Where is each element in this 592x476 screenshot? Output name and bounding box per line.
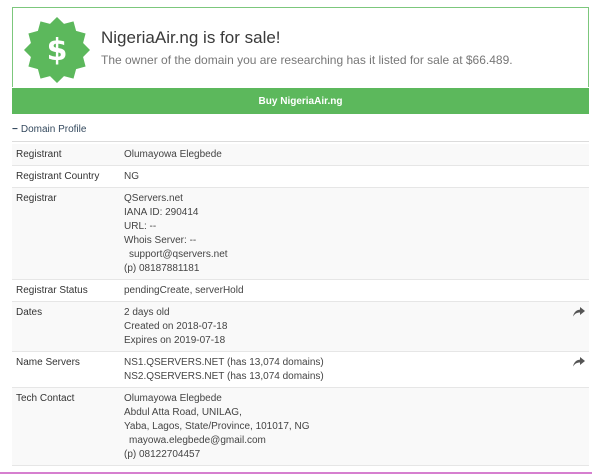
profile-row-value: 2 days old Created on 2018-07-18 Expires o… bbox=[120, 301, 589, 352]
sale-banner: $ NigeriaAir.ng is for sale! The owner o… bbox=[12, 7, 589, 87]
profile-value-line: QServers.net bbox=[124, 193, 183, 204]
profile-row-value: NS1.QSERVERS.NET (has 13,074 domains) NS2… bbox=[120, 351, 589, 388]
contact-email: support@qservers.net bbox=[129, 249, 228, 260]
profile-row: Registrant Country NG bbox=[12, 165, 589, 188]
domain-profile-toggle[interactable]: − Domain Profile bbox=[12, 124, 86, 135]
profile-value-line: Whois Server: -- bbox=[124, 235, 197, 246]
contact-email: mayowa.elegbede@gmail.com bbox=[129, 435, 266, 446]
domain-profile-title: Domain Profile bbox=[20, 124, 87, 135]
profile-row-value: pendingCreate, serverHold bbox=[120, 279, 589, 302]
sale-subtitle: The owner of the domain you are research… bbox=[101, 53, 513, 67]
profile-row-label: Name Servers bbox=[12, 351, 120, 388]
profile-row: Registrant Olumayowa Elegbede bbox=[12, 144, 589, 166]
profile-row-label: Dates bbox=[12, 301, 120, 352]
profile-value-line: Abdul Atta Road, UNILAG, bbox=[124, 407, 242, 418]
sale-title: NigeriaAir.ng is for sale! bbox=[101, 28, 281, 47]
profile-value-line: Olumayowa Elegbede bbox=[124, 149, 222, 160]
profile-row-value: Olumayowa Elegbede Abdul Atta Road, UNILA… bbox=[120, 387, 589, 466]
contact-phone: (p) 08187881181 bbox=[124, 263, 200, 274]
profile-value-line: NS1.QSERVERS.NET (has 13,074 domains) bbox=[124, 357, 324, 368]
profile-value-line: NG bbox=[124, 171, 139, 182]
buy-domain-button[interactable]: Buy NigeriaAir.ng bbox=[12, 88, 589, 114]
profile-row-label: Tech Contact bbox=[12, 387, 120, 466]
profile-row-label: Registrant Country bbox=[12, 165, 120, 188]
profile-row: Dates 2 days old Created on 2018-07-18 Expi… bbox=[12, 301, 589, 352]
minus-icon: − bbox=[12, 124, 18, 135]
profile-row-value: Olumayowa Elegbede bbox=[120, 144, 589, 166]
profile-value-line: Yaba, Lagos, State/Province, 101017, NG bbox=[124, 421, 310, 432]
profile-value-line: Expires on 2019-07-18 bbox=[124, 335, 226, 346]
profile-value-line: Created on 2018-07-18 bbox=[124, 321, 228, 332]
badge-symbol: $ bbox=[47, 33, 68, 68]
profile-value-line: Olumayowa Elegbede bbox=[124, 393, 222, 404]
profile-divider bbox=[12, 141, 589, 142]
profile-row-value: QServers.net IANA ID: 290414 URL: -- Whois … bbox=[120, 187, 589, 280]
profile-value-line: URL: -- bbox=[124, 221, 157, 232]
profile-row: Tech Contact Olumayowa Elegbede Abdul Atta… bbox=[12, 387, 589, 466]
profile-value-line: NS2.QSERVERS.NET (has 13,074 domains) bbox=[124, 371, 324, 382]
profile-value-line: pendingCreate, serverHold bbox=[124, 285, 244, 296]
profile-row-label: Registrar bbox=[12, 187, 120, 280]
profile-row: Registrar Status pendingCreate, serverHol… bbox=[12, 279, 589, 302]
profile-value-line: IANA ID: 290414 bbox=[124, 207, 199, 218]
bottom-border bbox=[0, 472, 592, 474]
dollar-badge-icon: $ bbox=[24, 17, 90, 83]
profile-row: Registrar QServers.net IANA ID: 290414 URL:… bbox=[12, 187, 589, 280]
profile-row-label: Registrant bbox=[12, 144, 120, 166]
profile-value-line: 2 days old bbox=[124, 307, 170, 318]
domain-profile-table: Registrant Olumayowa Elegbede Registrant C… bbox=[12, 144, 589, 466]
contact-phone: (p) 08122704457 bbox=[124, 449, 201, 460]
profile-row-label: Registrar Status bbox=[12, 279, 120, 302]
share-icon[interactable] bbox=[573, 357, 585, 367]
profile-row-value: NG bbox=[120, 165, 589, 188]
share-icon[interactable] bbox=[573, 307, 585, 317]
profile-row: Name Servers NS1.QSERVERS.NET (has 13,074… bbox=[12, 351, 589, 388]
